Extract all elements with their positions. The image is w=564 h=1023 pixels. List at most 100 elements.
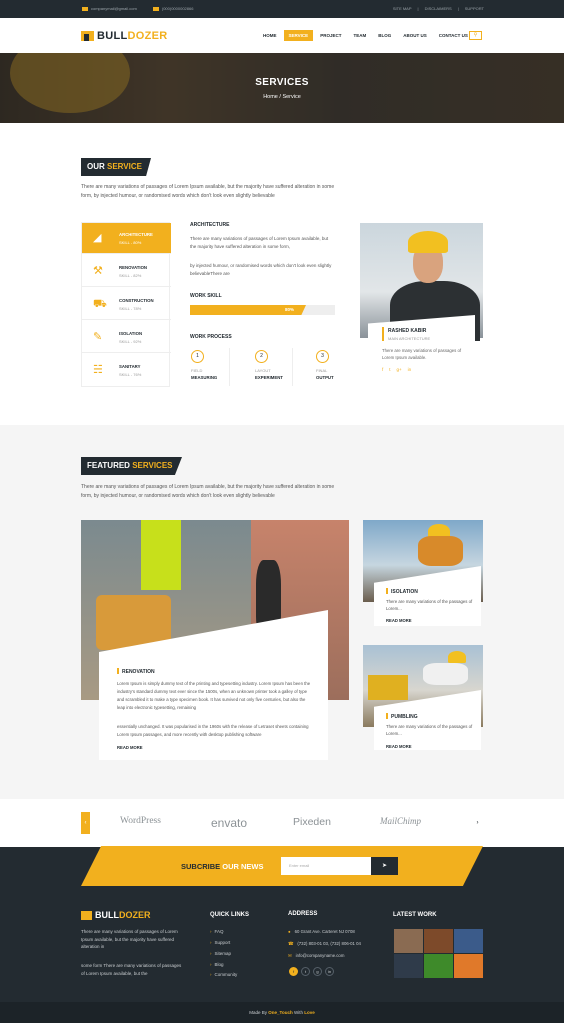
footer-facebook-icon[interactable]: f: [289, 967, 298, 976]
hammer-icon: ⚒: [93, 265, 103, 277]
phone-icon: ☎: [288, 941, 294, 946]
renovation-read-more[interactable]: READ MORE: [117, 745, 143, 750]
linkedin-icon[interactable]: in: [408, 367, 412, 372]
subscribe-title: SUBCRIBE OUR NEWS: [181, 862, 264, 871]
nav-team[interactable]: TEAM: [348, 30, 371, 41]
copyright-bar: Made By One_Touch With Love: [0, 1002, 564, 1023]
featured-intro: There are many variations of passages of…: [81, 484, 335, 499]
partners-prev-button[interactable]: ‹: [81, 812, 90, 834]
architect-card: RASHED KABIR MAIN ARCHITECTURE There are…: [360, 223, 483, 386]
top-bar: companymail@gmail.com (000)0000002866 SI…: [0, 0, 564, 18]
top-link-support[interactable]: SUPPORT: [465, 6, 484, 11]
top-link-sitemap[interactable]: SITE MAP: [393, 6, 412, 11]
location-icon: ●: [288, 929, 291, 934]
work-process-label: WORK PROCESS: [190, 334, 232, 340]
page-title: SERVICES: [255, 77, 309, 88]
footer-about-1: There are many variations of passages of…: [81, 929, 178, 949]
service-item-isolation[interactable]: ✎ ISOLATION SKILL - 92%: [82, 322, 171, 353]
search-button[interactable]: ⚲: [469, 31, 482, 40]
subscribe-bar: SUBCRIBE OUR NEWS Enter email ➤: [81, 846, 483, 886]
top-link-disclaimers[interactable]: DISCLAIMERS: [425, 6, 452, 11]
service-item-sanitary[interactable]: ☵ SANITARY SKILL - 76%: [82, 355, 171, 386]
partners-next-button[interactable]: ›: [473, 812, 482, 834]
mail-icon: ✉: [288, 953, 292, 958]
quick-links-title: QUICK LINKS: [210, 912, 249, 918]
address-phone: ☎ (732) 803-01 03, (732) 806-01 04: [288, 941, 361, 946]
partner-logo-pixeden[interactable]: Pixeden: [293, 816, 331, 828]
footer-twitter-icon[interactable]: t: [301, 967, 310, 976]
subscribe-send-button[interactable]: ➤: [371, 857, 398, 875]
nav-service[interactable]: SERVICE: [283, 30, 314, 41]
latest-work-thumb[interactable]: [424, 954, 453, 978]
latest-work-thumb[interactable]: [394, 954, 423, 978]
partner-logo-mailchimp[interactable]: MailChimp: [380, 816, 421, 826]
footer-logo[interactable]: BULLDOZER: [81, 910, 151, 920]
partner-logo-wordpress[interactable]: WordPress: [120, 816, 161, 826]
latest-work-thumb[interactable]: [454, 929, 483, 953]
send-icon: ➤: [381, 863, 388, 869]
quick-link-community[interactable]: Community: [210, 972, 238, 977]
top-phone: (000)0000002866: [152, 6, 193, 11]
quick-link-sitemap[interactable]: Sitemap: [210, 951, 232, 956]
twitter-icon[interactable]: t: [389, 367, 390, 372]
logo[interactable]: BULLDOZER: [81, 30, 168, 42]
address-street: ● 60 Grant Ave. Carteret NJ 0708: [288, 929, 355, 934]
process-step-1: 1 FIELD MEASURING: [191, 350, 231, 380]
pipe-icon: ☵: [93, 364, 103, 376]
service-list: ◢ ARCHITECTURE SKILL - 80% ⚒ RENOVATION …: [81, 222, 171, 387]
quick-link-support[interactable]: Support: [210, 940, 231, 945]
footer-google-icon[interactable]: g: [313, 967, 322, 976]
phone-icon: [152, 6, 159, 11]
service-item-construction[interactable]: ⛟ CONSTRUCTION SKILL - 78%: [82, 289, 171, 320]
plumbing-read-more[interactable]: READ MORE: [386, 744, 412, 749]
top-email[interactable]: companymail@gmail.com: [82, 6, 137, 11]
logo-mark-icon: [81, 31, 94, 41]
latest-work-thumb[interactable]: [454, 954, 483, 978]
our-service-intro: There are many variations of passages of…: [81, 184, 335, 199]
footer-about-2: some form There are many variations of p…: [81, 963, 182, 976]
wheelbarrow-icon: ⛟: [93, 298, 107, 310]
header: BULLDOZER HOME SERVICE PROJECT TEAM BLOG…: [0, 18, 564, 53]
work-skill-label: WORK SKILL: [190, 293, 222, 299]
nav-contact[interactable]: CONTACT US: [434, 30, 473, 41]
section-heading-our-service: OUR SERVICE: [81, 158, 151, 176]
footer-linkedin-icon[interactable]: in: [325, 967, 334, 976]
latest-work-thumb[interactable]: [424, 929, 453, 953]
section-heading-featured: FEATURED SERVICES: [81, 457, 182, 475]
page: companymail@gmail.com (000)0000002866 SI…: [0, 0, 564, 1023]
main-nav: HOME SERVICE PROJECT TEAM BLOG ABOUT US …: [258, 30, 475, 41]
latest-work-title: LATEST WORK: [393, 912, 437, 918]
renovation-text-1: Lorem Ipsum is simply dummy text of the …: [117, 681, 311, 710]
address-title: ADDRESS: [288, 911, 318, 917]
facebook-icon[interactable]: f: [382, 367, 383, 372]
email-input[interactable]: Enter email: [281, 857, 371, 875]
nav-blog[interactable]: BLOG: [373, 30, 396, 41]
address-email[interactable]: ✉ info@companyname.com: [288, 953, 344, 959]
detail-title: ARCHITECTURE: [190, 222, 230, 228]
hero-banner: SERVICES Home / Service: [0, 53, 564, 123]
chevron-right-icon: ›: [476, 820, 479, 826]
service-item-architecture[interactable]: ◢ ARCHITECTURE SKILL - 80%: [82, 223, 171, 254]
quick-link-faq[interactable]: FAQ: [210, 929, 224, 934]
nav-home[interactable]: HOME: [258, 30, 282, 41]
detail-paragraph-1: There are many variations of passages of…: [190, 236, 329, 249]
isolation-read-more[interactable]: READ MORE: [386, 618, 412, 623]
nav-about[interactable]: ABOUT US: [398, 30, 432, 41]
logo-mark-icon: [81, 910, 92, 920]
renovation-text-2: essentially unchanged. It was popularise…: [117, 724, 309, 737]
work-skill-fill: 80%: [190, 305, 306, 315]
google-plus-icon[interactable]: g+: [397, 367, 402, 372]
renovation-title: RENOVATION: [122, 669, 155, 675]
author-link[interactable]: One_Touch: [268, 1010, 292, 1015]
latest-work-thumb[interactable]: [394, 929, 423, 953]
partner-logo-envato[interactable]: envato: [211, 816, 247, 830]
quick-link-blog[interactable]: Blog: [210, 962, 224, 967]
ruler-triangle-icon: ◢: [93, 232, 102, 244]
breadcrumb[interactable]: Home / Service: [0, 94, 564, 100]
nav-project[interactable]: PROJECT: [315, 30, 346, 41]
architect-role: MAIN ARCHITECTURE: [388, 336, 431, 341]
process-step-2: 2 LAYOUT EXPERIMENT: [255, 350, 295, 380]
detail-paragraph-2: by injected humour, or randomised words …: [190, 263, 332, 276]
chevron-left-icon: ‹: [84, 820, 87, 826]
service-item-renovation[interactable]: ⚒ RENOVATION SKILL - 82%: [82, 256, 171, 287]
